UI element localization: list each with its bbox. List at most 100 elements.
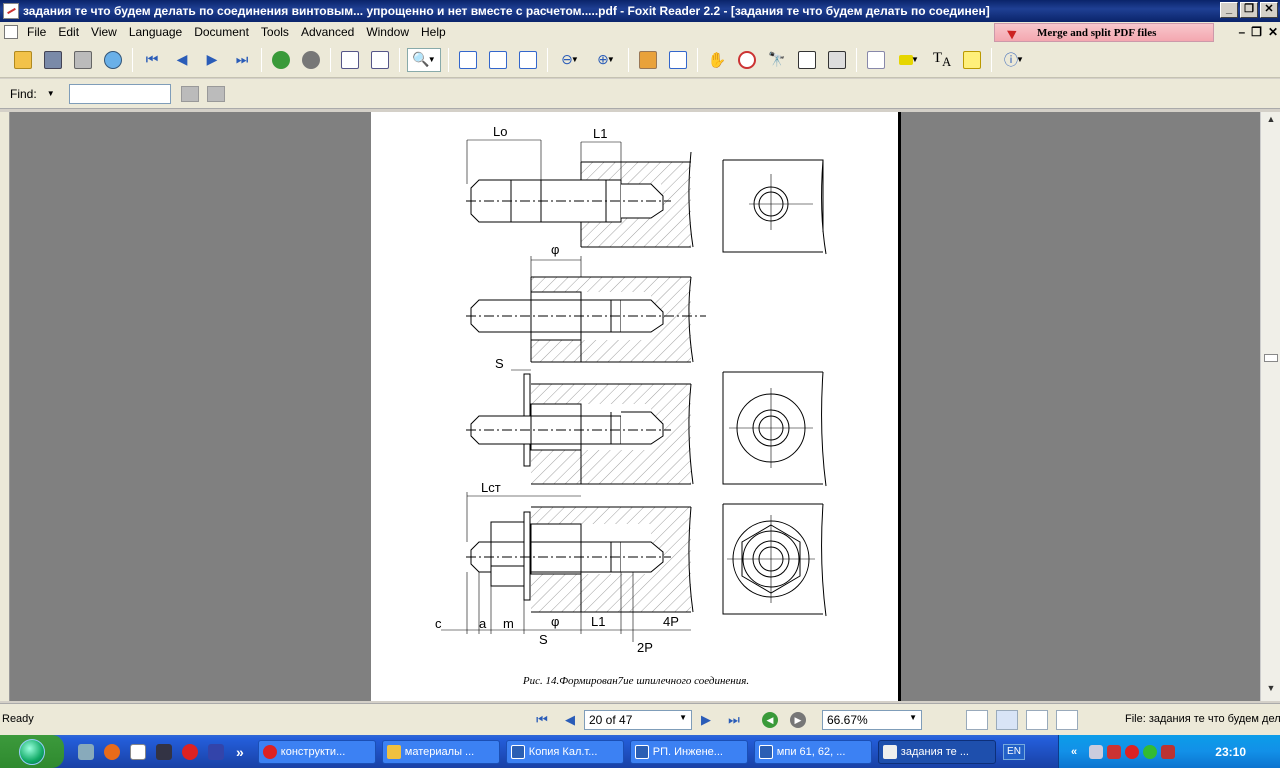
foxit-app-icon[interactable] — [3, 3, 19, 19]
thumbnails-button[interactable] — [666, 48, 690, 72]
media-icon[interactable] — [156, 743, 172, 760]
rotate-right-button[interactable] — [368, 48, 392, 72]
rotate-left-button[interactable] — [338, 48, 362, 72]
disk-icon[interactable] — [208, 743, 224, 760]
menu-document[interactable]: Document — [188, 25, 255, 39]
menu-advanced[interactable]: Advanced — [295, 25, 360, 39]
info-button[interactable]: ⓘ ▼ — [999, 48, 1029, 72]
scroll-thumb[interactable] — [1264, 354, 1278, 362]
page-dropdown-icon[interactable]: ▼ — [679, 713, 687, 727]
zoom-out-button[interactable]: ⊖ ▼ — [555, 48, 585, 72]
taskbar-item-foxit[interactable]: задания те ... — [877, 739, 996, 764]
save-button[interactable] — [41, 48, 65, 72]
comment-button[interactable] — [960, 48, 984, 72]
task-label: материалы ... — [404, 745, 475, 758]
status-next-page-icon[interactable]: ▶ — [698, 712, 714, 728]
menu-tools[interactable]: Tools — [255, 25, 295, 39]
hand-tool-button[interactable]: ✋ — [705, 48, 729, 72]
menu-edit[interactable]: Edit — [52, 25, 85, 39]
taskbar-item-word-1[interactable]: Копия Кал.т... — [505, 739, 624, 764]
single-page-layout-icon[interactable] — [966, 710, 988, 730]
typewriter-button[interactable] — [795, 48, 819, 72]
dropdown-arrow-icon: ▼ — [570, 55, 579, 64]
next-page-button[interactable]: ▶ — [200, 48, 224, 72]
firefox-icon[interactable] — [104, 743, 120, 760]
menu-window[interactable]: Window — [360, 25, 415, 39]
continuous-layout-icon[interactable] — [996, 710, 1018, 730]
antivirus-icon[interactable] — [1107, 744, 1122, 759]
taskbar-item-opera[interactable]: конструкти... — [257, 739, 376, 764]
status-prev-page-icon[interactable]: ◀ — [562, 712, 578, 728]
more-quick-launch-icon[interactable]: » — [236, 744, 244, 760]
tray-expand-icon[interactable]: « — [1071, 746, 1077, 758]
status-back-icon[interactable]: ◀ — [762, 712, 778, 728]
file-info: File: задания те что будем дел — [1125, 713, 1280, 725]
zoom-in-button[interactable]: ⊕ ▼ — [591, 48, 621, 72]
back-button[interactable] — [269, 48, 293, 72]
last-page-button[interactable]: ⏭ — [230, 48, 254, 72]
find-previous-button[interactable] — [180, 85, 199, 102]
mdi-minimize-icon[interactable]: – — [1238, 25, 1245, 39]
actual-size-button[interactable] — [456, 48, 480, 72]
taskbar-item-word-3[interactable]: мпи 61, 62, ... — [753, 739, 872, 764]
open-folder-icon — [14, 50, 32, 69]
language-indicator[interactable]: EN — [1003, 743, 1025, 760]
clock[interactable]: 23:10 — [1215, 745, 1246, 759]
mdi-close-icon[interactable]: ✕ — [1268, 25, 1278, 39]
snapshot-button[interactable] — [825, 48, 849, 72]
foxit-quick-icon[interactable] — [130, 743, 146, 760]
taskbar-item-word-2[interactable]: РП. Инжене... — [629, 739, 748, 764]
fit-width-button[interactable] — [516, 48, 540, 72]
check-icon[interactable] — [1143, 744, 1158, 759]
search-button[interactable]: 🔭 — [765, 48, 789, 72]
close-button[interactable]: ✕ — [1260, 2, 1278, 18]
minimize-button[interactable]: _ — [1220, 2, 1238, 18]
window-title: задания те что будем делать по соединени… — [23, 4, 990, 18]
scroll-up-icon[interactable]: ▲ — [1263, 114, 1279, 130]
scroll-down-icon[interactable]: ▼ — [1263, 683, 1279, 699]
note-button[interactable] — [864, 48, 888, 72]
select-text-button[interactable] — [735, 48, 759, 72]
document-icon[interactable] — [4, 25, 18, 39]
print-button[interactable] — [71, 48, 95, 72]
zoom-field[interactable]: 66.67% ▼ — [822, 710, 922, 730]
text-tool-button[interactable]: TA — [930, 48, 954, 72]
network-icon[interactable] — [1089, 744, 1104, 759]
mdi-restore-icon[interactable]: ❐ — [1251, 25, 1262, 39]
document-viewport[interactable]: Lo L1 φ S Lст c a m S φ L1 4P 2P Рис. 14… — [10, 112, 1260, 701]
zoom-tool-button[interactable]: 🔍 ▼ — [407, 47, 441, 72]
start-button[interactable] — [0, 735, 64, 768]
highlight-button[interactable]: ▼ — [894, 48, 924, 72]
menu-file[interactable]: File — [21, 25, 52, 39]
email-button[interactable] — [101, 48, 125, 72]
bookmarks-button[interactable] — [636, 48, 660, 72]
first-page-button[interactable]: ⏮ — [140, 48, 164, 72]
status-last-page-icon[interactable]: ⏭ — [726, 712, 742, 728]
maximize-button[interactable]: ❐ — [1240, 2, 1258, 18]
page-number-field[interactable]: 20 of 47 ▼ — [584, 710, 692, 730]
status-forward-icon[interactable]: ▶ — [790, 712, 806, 728]
facing-layout-icon[interactable] — [1026, 710, 1048, 730]
find-next-button[interactable] — [206, 85, 225, 102]
prev-page-button[interactable]: ◀ — [170, 48, 194, 72]
fit-page-button[interactable] — [486, 48, 510, 72]
status-first-page-icon[interactable]: ⏮ — [534, 712, 550, 728]
open-button[interactable] — [11, 48, 35, 72]
vertical-scrollbar[interactable]: ▲ ▼ — [1260, 112, 1280, 701]
menu-language[interactable]: Language — [123, 25, 188, 39]
menu-help[interactable]: Help — [415, 25, 452, 39]
label-4p: 4P — [663, 614, 679, 629]
menu-view[interactable]: View — [85, 25, 123, 39]
flag-icon[interactable] — [1161, 744, 1176, 759]
continuous-facing-layout-icon[interactable] — [1056, 710, 1078, 730]
navigation-panel-edge[interactable] — [0, 112, 10, 701]
forward-button[interactable] — [299, 48, 323, 72]
show-desktop-icon[interactable] — [78, 743, 94, 760]
find-dropdown-icon[interactable]: ▼ — [47, 89, 55, 98]
find-input[interactable] — [68, 83, 171, 104]
zoom-dropdown-icon[interactable]: ▼ — [909, 713, 917, 727]
merge-split-promo[interactable]: Merge and split PDF files — [994, 23, 1214, 42]
opera-tray-icon[interactable] — [1125, 744, 1140, 759]
opera-icon[interactable] — [182, 743, 198, 760]
taskbar-item-folder[interactable]: материалы ... — [381, 739, 500, 764]
